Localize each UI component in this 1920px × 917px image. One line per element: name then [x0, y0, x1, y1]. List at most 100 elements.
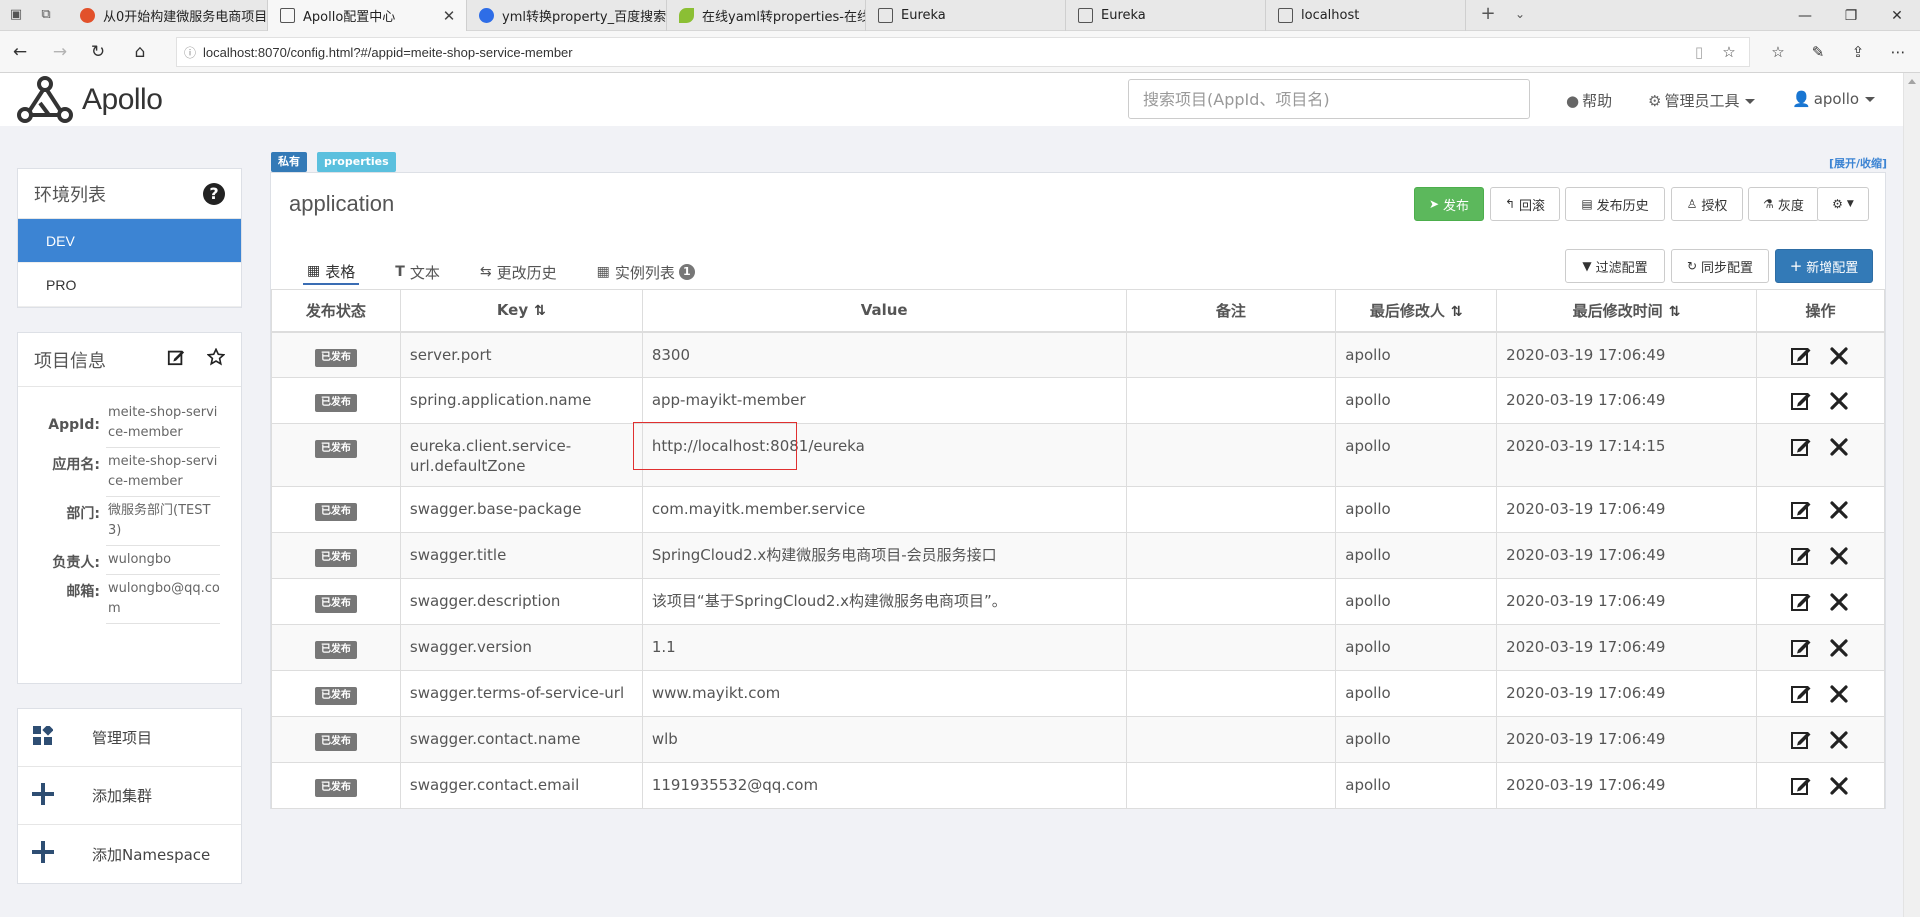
delete-icon[interactable]	[1828, 683, 1850, 705]
key-cell: eureka.client.service-url.defaultZone	[399, 423, 643, 487]
filter-config-button[interactable]: ▼ 过滤配置	[1565, 249, 1665, 283]
share-icon[interactable]: ⇪	[1846, 41, 1870, 63]
browser-tab[interactable]: Apollo配置中心 ✕	[268, 0, 467, 31]
expand-collapse-link[interactable]: [展开/收缩]	[1829, 155, 1887, 171]
manage-project-action[interactable]: 管理项目	[18, 709, 241, 767]
edit-icon[interactable]	[1790, 637, 1812, 659]
tab-instance-list[interactable]: ▦ 实例列表 1	[593, 259, 699, 285]
add-config-button[interactable]: + 新增配置	[1775, 249, 1873, 283]
edit-icon[interactable]	[1790, 499, 1812, 521]
sort-icon[interactable]: ⇅	[1669, 304, 1681, 320]
tab-text[interactable]: T 文本	[391, 259, 444, 285]
admin-tools-dropdown[interactable]: ⚙ 管理员工具	[1648, 90, 1756, 111]
sort-icon[interactable]: ⇅	[1451, 304, 1463, 320]
edit-icon[interactable]	[1790, 683, 1812, 705]
restore-icon[interactable]: ❐	[1828, 0, 1874, 31]
actions-cell	[1755, 670, 1886, 717]
grant-button[interactable]: ♙ 授权	[1671, 187, 1743, 221]
delete-icon[interactable]	[1828, 436, 1850, 458]
env-item-dev[interactable]: DEV	[18, 219, 241, 263]
refresh-icon[interactable]: ↻	[86, 41, 110, 63]
column-header-key[interactable]: Key ⇅	[399, 289, 643, 333]
browser-tab-label: Apollo配置中心	[303, 10, 396, 25]
column-header-modifier[interactable]: 最后修改人 ⇅	[1335, 289, 1498, 333]
site-info-icon[interactable]: ⓘ	[177, 44, 203, 61]
window-close-icon[interactable]: ✕	[1874, 0, 1920, 31]
tab-table[interactable]: ▦ 表格	[303, 259, 360, 285]
namespace-title: application	[289, 191, 395, 216]
home-icon[interactable]: ⌂	[128, 41, 152, 63]
favorites-list-icon[interactable]: ☆	[1766, 41, 1790, 63]
sync-config-button[interactable]: ↻ 同步配置	[1671, 249, 1769, 283]
add-cluster-action[interactable]: 添加集群	[18, 767, 241, 825]
delete-icon[interactable]	[1828, 545, 1850, 567]
minimize-icon[interactable]: —	[1782, 0, 1828, 31]
gray-release-button[interactable]: ⚗ 灰度	[1748, 187, 1819, 221]
delete-icon[interactable]	[1828, 591, 1850, 613]
new-tab-icon[interactable]: +	[1480, 5, 1496, 23]
tab-close-icon[interactable]: ✕	[438, 7, 460, 25]
modifier-cell: apollo	[1335, 762, 1498, 809]
published-badge: 已发布	[314, 394, 357, 412]
published-badge: 已发布	[314, 595, 357, 613]
help-link[interactable]: ● 帮助	[1566, 90, 1612, 111]
published-badge: 已发布	[314, 641, 357, 659]
delete-icon[interactable]	[1828, 637, 1850, 659]
edit-icon[interactable]	[1790, 436, 1812, 458]
browser-tab[interactable]: localhost	[1266, 0, 1466, 31]
scroll-up-arrow-icon[interactable]	[1908, 79, 1916, 84]
browser-tab[interactable]: 从0开始构建微服务电商项目	[68, 0, 268, 31]
delete-icon[interactable]	[1828, 775, 1850, 797]
back-icon[interactable]: ←	[8, 41, 32, 63]
rollback-button[interactable]: ↰ 回滚	[1490, 187, 1560, 221]
sort-icon[interactable]: ⇅	[534, 303, 546, 319]
edit-icon[interactable]	[1790, 729, 1812, 751]
env-item-pro[interactable]: PRO	[18, 263, 241, 307]
column-header-modified-time[interactable]: 最后修改时间 ⇅	[1496, 289, 1757, 333]
publish-button[interactable]: ➤ 发布	[1414, 187, 1484, 221]
favorite-star-icon[interactable]: ☆	[1715, 38, 1743, 66]
edit-icon[interactable]	[1790, 345, 1812, 367]
column-header-actions: 操作	[1755, 289, 1886, 333]
project-info-value: 微服务部门(TEST3)	[106, 497, 220, 546]
edit-project-icon[interactable]	[167, 348, 185, 366]
settings-dropdown-button[interactable]: ⚙ ▼	[1817, 187, 1869, 221]
help-question-icon[interactable]: ?	[203, 182, 225, 205]
add-namespace-action[interactable]: 添加Namespace	[18, 825, 241, 883]
tab-change-history[interactable]: ⇆ 更改历史	[476, 259, 561, 285]
browser-tab[interactable]: Eureka	[1066, 0, 1266, 31]
edit-icon[interactable]	[1790, 390, 1812, 412]
star-favorite-icon[interactable]	[207, 348, 225, 366]
reading-view-icon[interactable]: ▯	[1685, 38, 1713, 66]
publish-history-button[interactable]: ▤ 发布历史	[1565, 187, 1665, 221]
page-scrollbar[interactable]	[1903, 73, 1920, 917]
modified-time-cell: 2020-03-19 17:06:49	[1496, 532, 1757, 579]
browser-tab[interactable]: Eureka	[866, 0, 1066, 31]
actions-cell	[1755, 377, 1886, 424]
value-cell: 该项目“基于SpringCloud2.x构建微服务电商项目”。	[641, 578, 1127, 625]
edit-icon[interactable]	[1790, 775, 1812, 797]
browser-tab[interactable]: yml转换property_百度搜索	[467, 0, 667, 31]
edit-icon[interactable]	[1790, 591, 1812, 613]
project-search-input[interactable]	[1128, 79, 1530, 119]
rollback-icon: ↰	[1504, 197, 1516, 211]
dashboard-icon	[18, 723, 68, 750]
delete-icon[interactable]	[1828, 729, 1850, 751]
browser-tab[interactable]: 在线yaml转properties-在线	[667, 0, 866, 31]
key-cell: swagger.contact.name	[399, 716, 643, 763]
more-icon[interactable]: ⋯	[1886, 41, 1910, 63]
tab-actions-icon[interactable]: ▣	[8, 7, 24, 23]
edit-icon[interactable]	[1790, 545, 1812, 567]
user-dropdown[interactable]: 👤 apollo	[1792, 90, 1876, 108]
delete-icon[interactable]	[1828, 499, 1850, 521]
tab-list-chevron-icon[interactable]: ⌄	[1512, 6, 1528, 22]
set-aside-tabs-icon[interactable]: ⧉	[38, 7, 54, 23]
pen-icon[interactable]: ✎	[1806, 41, 1830, 63]
project-info-row: AppId: meite-shop-service-member	[18, 399, 241, 448]
apollo-logo-icon[interactable]	[16, 75, 74, 125]
forward-icon[interactable]: →	[48, 41, 72, 63]
delete-icon[interactable]	[1828, 390, 1850, 412]
url-field[interactable]: ⓘ localhost:8070/config.html?#/appid=mei…	[176, 37, 1750, 67]
value-cell: app-mayikt-member	[641, 377, 1127, 424]
delete-icon[interactable]	[1828, 345, 1850, 367]
